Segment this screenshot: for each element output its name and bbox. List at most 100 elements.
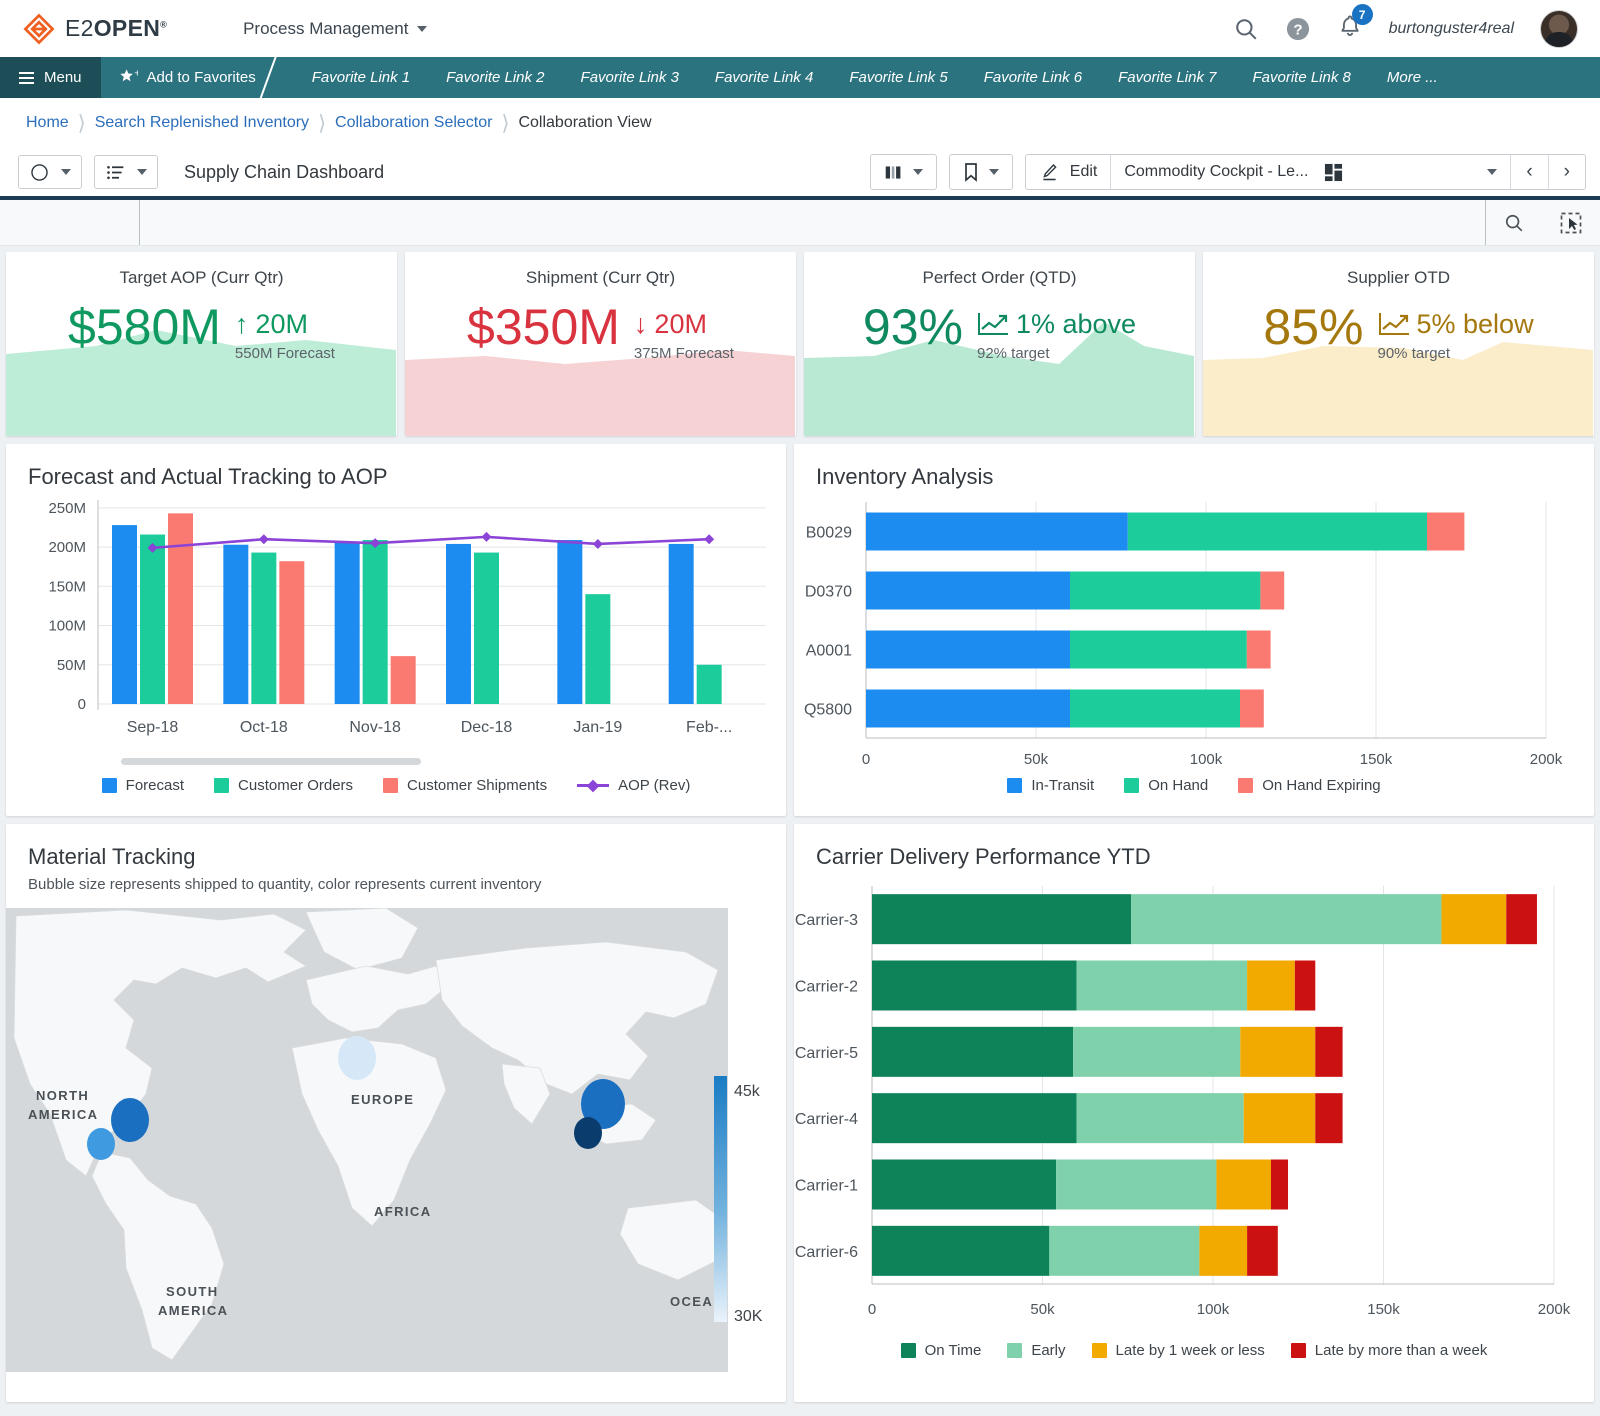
favorites-more-link[interactable]: More ... — [1369, 57, 1456, 98]
help-icon[interactable]: ? — [1285, 16, 1311, 42]
bar-customer-shipments[interactable] — [279, 561, 304, 704]
stacked-segment[interactable] — [1247, 961, 1295, 1011]
username-label[interactable]: burtonguster4real — [1389, 20, 1514, 38]
chart-forecast-aop[interactable]: 050M100M150M200M250MSep-18Oct-18Nov-18De… — [6, 486, 786, 756]
legend-item-on-hand[interactable]: On Hand — [1124, 777, 1208, 794]
stacked-segment[interactable] — [872, 1027, 1073, 1077]
stacked-segment[interactable] — [866, 631, 1070, 669]
stacked-segment[interactable] — [1247, 631, 1271, 669]
process-management-menu[interactable]: Process Management — [243, 19, 427, 39]
stacked-segment[interactable] — [1131, 894, 1441, 944]
legend-item-on-time[interactable]: On Time — [901, 1342, 982, 1359]
bar-customer-shipments[interactable] — [168, 513, 193, 704]
dashboard-search-button[interactable] — [1486, 212, 1542, 234]
menu-button[interactable]: Menu — [0, 57, 101, 98]
favorite-link-5[interactable]: Favorite Link 5 — [831, 57, 965, 98]
favorite-link-3[interactable]: Favorite Link 3 — [563, 57, 697, 98]
list-view-dropdown-button[interactable] — [94, 155, 158, 189]
avatar[interactable] — [1540, 10, 1578, 48]
bar-customer-orders[interactable] — [363, 540, 388, 704]
stacked-segment[interactable] — [1056, 1160, 1216, 1210]
edit-button[interactable]: Edit — [1026, 155, 1111, 189]
previous-cockpit-button[interactable]: ‹ — [1510, 155, 1547, 189]
column-layout-button[interactable] — [871, 155, 936, 189]
bar-customer-shipments[interactable] — [391, 656, 416, 704]
next-cockpit-button[interactable]: › — [1548, 155, 1585, 189]
chart-carrier-delivery[interactable]: 050k100k150k200kCarrier-3Carrier-2Carrie… — [794, 864, 1594, 1334]
stacked-segment[interactable] — [1240, 1027, 1315, 1077]
stacked-segment[interactable] — [866, 572, 1070, 610]
favorite-link-6[interactable]: Favorite Link 6 — [966, 57, 1100, 98]
stacked-segment[interactable] — [1271, 1160, 1288, 1210]
stacked-segment[interactable] — [1315, 1093, 1342, 1143]
bar-customer-orders[interactable] — [251, 553, 276, 704]
favorite-link-7[interactable]: Favorite Link 7 — [1100, 57, 1234, 98]
bar-customer-orders[interactable] — [474, 553, 499, 704]
legend-item-in-transit[interactable]: In-Transit — [1007, 777, 1094, 794]
line-marker[interactable] — [482, 532, 492, 542]
kpi-card-target-aop[interactable]: Target AOP (Curr Qtr) $580M ↑ 20M 550M F… — [6, 252, 397, 436]
stacked-segment[interactable] — [872, 1093, 1077, 1143]
stacked-segment[interactable] — [872, 894, 1131, 944]
stacked-segment[interactable] — [1442, 894, 1507, 944]
stacked-segment[interactable] — [1073, 1027, 1240, 1077]
legend-item-customer-shipments[interactable]: Customer Shipments — [383, 777, 547, 794]
bar-forecast[interactable] — [669, 544, 694, 704]
bar-customer-orders[interactable] — [585, 594, 610, 704]
marquee-select-button[interactable] — [1542, 211, 1600, 235]
stacked-segment[interactable] — [872, 1226, 1049, 1276]
stacked-segment[interactable] — [1216, 1160, 1271, 1210]
favorite-link-1[interactable]: Favorite Link 1 — [294, 57, 428, 98]
breadcrumb-item-search-replenished-inventory[interactable]: Search Replenished Inventory — [95, 114, 309, 132]
stacked-segment[interactable] — [1260, 572, 1284, 610]
stacked-segment[interactable] — [1506, 894, 1537, 944]
e2open-logo[interactable]: E2OPEN® — [22, 12, 167, 46]
world-map[interactable]: NORTH AMERICA EUROPE AFRICA SOUTH AMERIC… — [6, 908, 728, 1372]
stacked-segment[interactable] — [1244, 1093, 1316, 1143]
favorite-link-2[interactable]: Favorite Link 2 — [428, 57, 562, 98]
kpi-card-perfect-order[interactable]: Perfect Order (QTD) 93% 1% above 92% tar… — [804, 252, 1195, 436]
bar-customer-orders[interactable] — [140, 535, 165, 704]
stacked-segment[interactable] — [866, 690, 1070, 728]
stacked-segment[interactable] — [1077, 1093, 1244, 1143]
legend-item-customer-orders[interactable]: Customer Orders — [214, 777, 353, 794]
bar-customer-orders[interactable] — [697, 665, 722, 704]
stacked-segment[interactable] — [1070, 572, 1260, 610]
legend-item-on-hand-expiring[interactable]: On Hand Expiring — [1238, 777, 1380, 794]
stacked-segment[interactable] — [1070, 631, 1247, 669]
chart-inventory-analysis[interactable]: 050k100k150k200kB0029D0370A0001Q5800 — [794, 486, 1594, 776]
legend-item-early[interactable]: Early — [1007, 1342, 1065, 1359]
stacked-segment[interactable] — [1247, 1226, 1278, 1276]
bar-forecast[interactable] — [446, 544, 471, 704]
favorite-link-4[interactable]: Favorite Link 4 — [697, 57, 831, 98]
favorite-link-8[interactable]: Favorite Link 8 — [1234, 57, 1368, 98]
legend-item-late-one-week[interactable]: Late by 1 week or less — [1092, 1342, 1265, 1359]
line-marker[interactable] — [704, 534, 714, 544]
stacked-segment[interactable] — [1199, 1226, 1247, 1276]
kpi-card-supplier-otd[interactable]: Supplier OTD 85% 5% below 90% target — [1203, 252, 1594, 436]
breadcrumb-item-home[interactable]: Home — [26, 114, 69, 132]
stacked-segment[interactable] — [1128, 513, 1427, 551]
search-icon[interactable] — [1233, 16, 1259, 42]
stacked-segment[interactable] — [1070, 690, 1240, 728]
stacked-segment[interactable] — [1240, 690, 1264, 728]
stacked-segment[interactable] — [1315, 1027, 1342, 1077]
kpi-card-shipment[interactable]: Shipment (Curr Qtr) $350M ↓ 20M 375M For… — [405, 252, 796, 436]
stacked-segment[interactable] — [1049, 1226, 1199, 1276]
bar-forecast[interactable] — [335, 542, 360, 704]
legend-item-aop-rev[interactable]: AOP (Rev) — [577, 777, 690, 794]
legend-item-late-more-than-week[interactable]: Late by more than a week — [1291, 1342, 1488, 1359]
stacked-segment[interactable] — [1295, 961, 1315, 1011]
add-to-favorites-button[interactable]: + Add to Favorites — [101, 57, 276, 98]
stacked-segment[interactable] — [866, 513, 1128, 551]
bookmark-button[interactable] — [950, 155, 1012, 189]
cockpit-selector[interactable]: Commodity Cockpit - Le... — [1110, 155, 1510, 189]
bar-forecast[interactable] — [223, 545, 248, 704]
legend-item-forecast[interactable]: Forecast — [102, 777, 184, 794]
bar-forecast[interactable] — [112, 525, 137, 704]
stacked-segment[interactable] — [1427, 513, 1464, 551]
stacked-segment[interactable] — [1077, 961, 1248, 1011]
chart-horizontal-scrollbar[interactable] — [121, 758, 421, 765]
breadcrumb-item-collaboration-selector[interactable]: Collaboration Selector — [335, 114, 492, 132]
line-marker[interactable] — [259, 534, 269, 544]
